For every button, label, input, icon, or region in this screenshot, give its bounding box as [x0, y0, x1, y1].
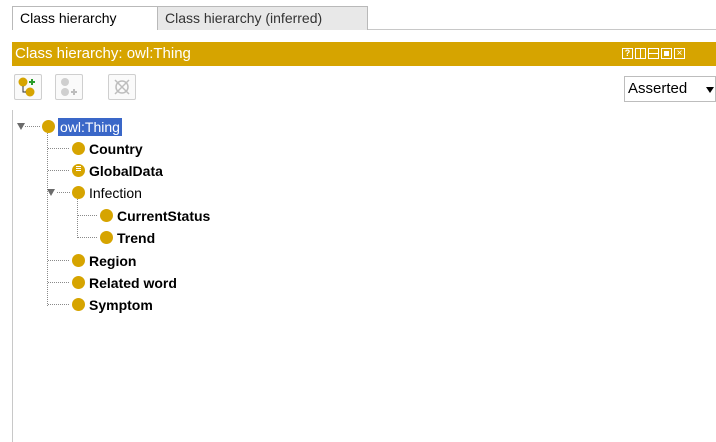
class-icon — [100, 231, 113, 244]
tree-item[interactable]: Trend — [100, 228, 220, 248]
tree-item-label: CurrentStatus — [117, 208, 211, 224]
defined-class-icon — [72, 164, 85, 177]
tree-item-label: Trend — [117, 230, 156, 246]
expand-toggle-icon[interactable] — [47, 189, 55, 196]
tree-item-root[interactable]: owl:Thing — [42, 117, 162, 137]
tree-item[interactable]: Symptom — [72, 295, 212, 315]
tree-item[interactable]: Related word — [72, 273, 232, 293]
expand-toggle-icon[interactable] — [17, 123, 25, 130]
class-icon — [72, 276, 85, 289]
tree-item-label: Infection — [89, 185, 142, 201]
tree-item-label: owl:Thing — [58, 118, 122, 136]
tree-item[interactable]: Region — [72, 251, 192, 271]
tree-item[interactable]: Country — [72, 139, 192, 159]
tree-item[interactable]: GlobalData — [72, 161, 212, 181]
tree-item-label: Region — [89, 253, 137, 269]
class-icon — [42, 120, 55, 133]
class-icon — [72, 254, 85, 267]
class-icon — [100, 209, 113, 222]
tree-item[interactable]: CurrentStatus — [100, 206, 260, 226]
class-tree: owl:Thing Country GlobalData Infection C… — [0, 0, 716, 442]
tree-item-label: Related word — [89, 275, 177, 291]
class-icon — [72, 298, 85, 311]
tree-item-label: GlobalData — [89, 163, 163, 179]
tree-item-label: Symptom — [89, 297, 153, 313]
tree-item-label: Country — [89, 141, 143, 157]
class-icon — [72, 142, 85, 155]
tree-item[interactable]: Infection — [72, 183, 192, 203]
class-icon — [72, 186, 85, 199]
